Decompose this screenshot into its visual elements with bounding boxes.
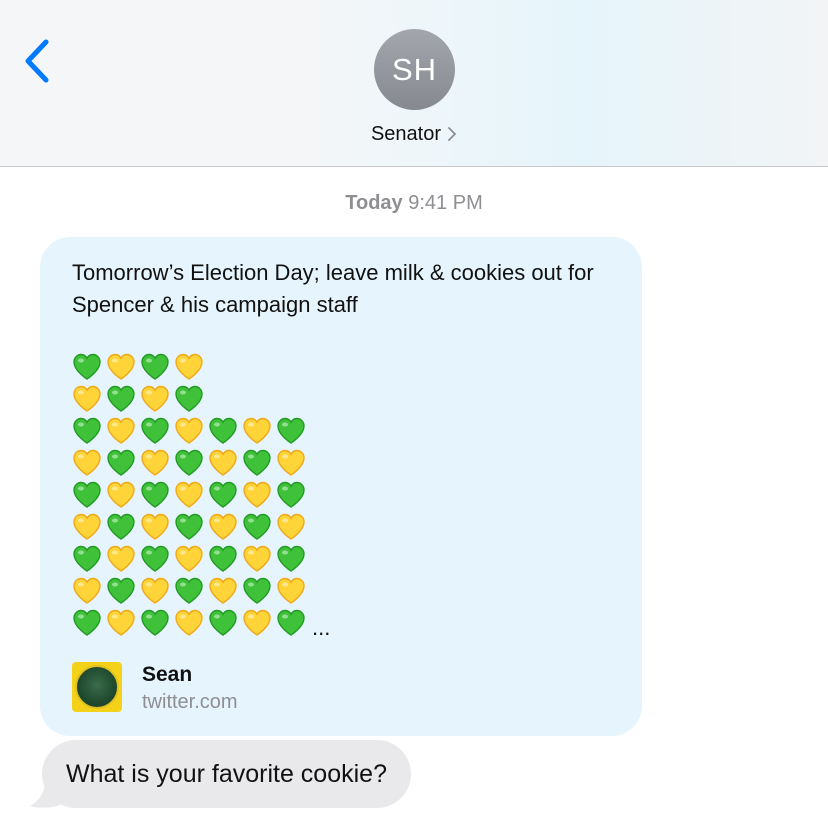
yellow-heart-icon bbox=[174, 352, 208, 384]
timestamp-day: Today bbox=[345, 192, 403, 214]
yellow-heart-icon bbox=[242, 608, 276, 640]
chevron-right-icon bbox=[448, 127, 456, 141]
yellow-heart-icon bbox=[106, 544, 140, 576]
yellow-heart-icon bbox=[140, 576, 174, 608]
yellow-heart-icon bbox=[174, 544, 208, 576]
heart-row bbox=[72, 352, 330, 384]
heart-row bbox=[72, 416, 330, 448]
green-heart-icon bbox=[174, 576, 208, 608]
chevron-left-icon bbox=[25, 39, 49, 83]
incoming-message-text: What is your favorite cookie? bbox=[66, 759, 387, 788]
yellow-heart-icon bbox=[140, 384, 174, 416]
yellow-heart-icon bbox=[276, 576, 310, 608]
green-heart-icon bbox=[140, 480, 174, 512]
yellow-heart-icon bbox=[174, 480, 208, 512]
yellow-heart-icon bbox=[208, 512, 242, 544]
heart-row: ... bbox=[72, 608, 330, 640]
green-heart-icon bbox=[72, 544, 106, 576]
link-source-domain: twitter.com bbox=[142, 691, 238, 713]
heart-emoji-grid: ... bbox=[72, 352, 330, 640]
heart-row bbox=[72, 576, 330, 608]
green-heart-icon bbox=[208, 480, 242, 512]
green-heart-icon bbox=[140, 608, 174, 640]
yellow-heart-icon bbox=[72, 448, 106, 480]
contact-details-link[interactable]: Senator bbox=[0, 119, 828, 149]
green-heart-icon bbox=[276, 544, 310, 576]
yellow-heart-icon bbox=[140, 448, 174, 480]
green-heart-icon bbox=[72, 416, 106, 448]
green-heart-icon bbox=[106, 384, 140, 416]
green-heart-icon bbox=[72, 352, 106, 384]
timestamp-time: 9:41 PM bbox=[408, 192, 483, 214]
green-heart-icon bbox=[140, 416, 174, 448]
green-heart-icon bbox=[72, 480, 106, 512]
yellow-heart-icon bbox=[106, 608, 140, 640]
link-preview-bubble[interactable]: Tomorrow’s Election Day; leave milk & co… bbox=[40, 237, 642, 736]
link-preview-text: Tomorrow’s Election Day; leave milk & co… bbox=[72, 260, 594, 317]
yellow-heart-icon bbox=[276, 448, 310, 480]
link-source-name: Sean bbox=[142, 663, 193, 686]
yellow-heart-icon bbox=[106, 480, 140, 512]
green-heart-icon bbox=[276, 480, 310, 512]
yellow-heart-icon bbox=[208, 576, 242, 608]
green-heart-icon bbox=[106, 448, 140, 480]
truncation-ellipsis: ... bbox=[312, 615, 331, 640]
heart-row bbox=[72, 480, 330, 512]
green-heart-icon bbox=[106, 576, 140, 608]
heart-row bbox=[72, 448, 330, 480]
yellow-heart-icon bbox=[276, 512, 310, 544]
yellow-heart-icon bbox=[242, 416, 276, 448]
messages-screen: SH Senator Today 9:41 PM Tomorrow’s Elec… bbox=[0, 0, 828, 826]
green-heart-icon bbox=[72, 608, 106, 640]
contact-name: Senator bbox=[370, 122, 442, 145]
green-heart-icon bbox=[276, 608, 310, 640]
heart-row bbox=[72, 512, 330, 544]
green-heart-icon bbox=[242, 576, 276, 608]
yellow-heart-icon bbox=[140, 512, 174, 544]
back-button[interactable] bbox=[18, 36, 58, 86]
heart-row bbox=[72, 544, 330, 576]
yellow-heart-icon bbox=[174, 416, 208, 448]
avatar-initials: SH bbox=[391, 51, 438, 87]
green-heart-icon bbox=[174, 512, 208, 544]
green-heart-icon bbox=[242, 512, 276, 544]
yellow-heart-icon bbox=[208, 448, 242, 480]
green-heart-icon bbox=[140, 544, 174, 576]
green-heart-icon bbox=[208, 608, 242, 640]
source-avatar-image bbox=[75, 665, 119, 709]
yellow-heart-icon bbox=[106, 416, 140, 448]
green-heart-icon bbox=[208, 544, 242, 576]
green-heart-icon bbox=[174, 384, 208, 416]
yellow-heart-icon bbox=[174, 608, 208, 640]
green-heart-icon bbox=[242, 448, 276, 480]
green-heart-icon bbox=[106, 512, 140, 544]
green-heart-icon bbox=[208, 416, 242, 448]
yellow-heart-icon bbox=[72, 384, 106, 416]
contact-avatar[interactable]: SH bbox=[374, 29, 455, 110]
incoming-message-bubble[interactable]: What is your favorite cookie? bbox=[42, 740, 411, 808]
conversation-header: SH Senator bbox=[0, 0, 828, 167]
green-heart-icon bbox=[276, 416, 310, 448]
yellow-heart-icon bbox=[242, 480, 276, 512]
green-heart-icon bbox=[140, 352, 174, 384]
source-avatar bbox=[72, 662, 122, 712]
green-heart-icon bbox=[174, 448, 208, 480]
heart-row bbox=[72, 384, 330, 416]
yellow-heart-icon bbox=[106, 352, 140, 384]
yellow-heart-icon bbox=[72, 576, 106, 608]
message-timestamp: Today 9:41 PM bbox=[0, 192, 828, 215]
yellow-heart-icon bbox=[72, 512, 106, 544]
yellow-heart-icon bbox=[242, 544, 276, 576]
